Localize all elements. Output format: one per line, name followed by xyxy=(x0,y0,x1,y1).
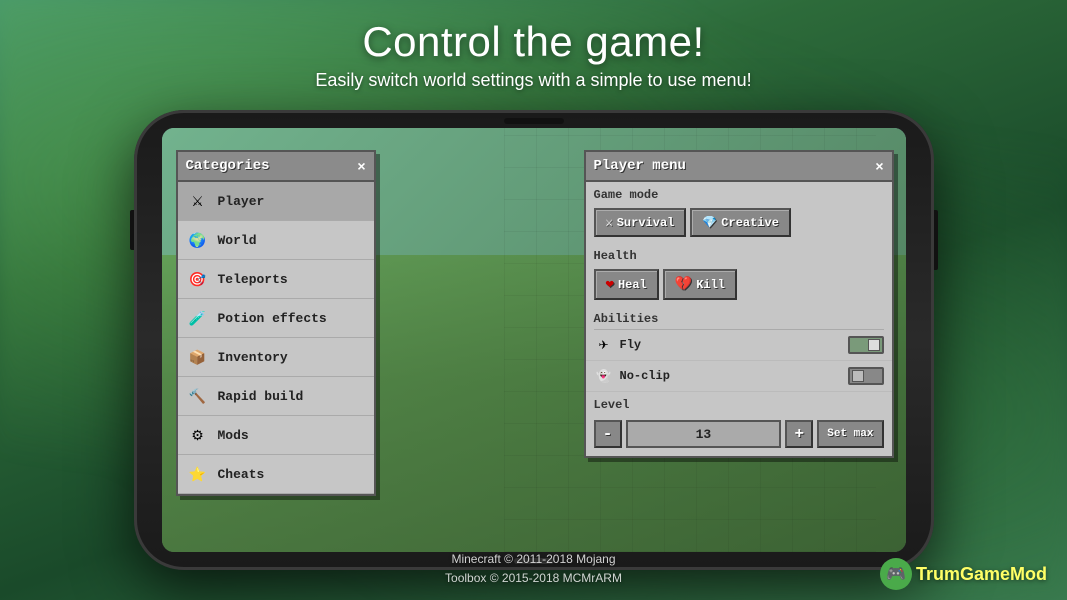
level-minus-button[interactable]: - xyxy=(594,420,622,448)
survival-icon: ⚔ xyxy=(606,215,613,230)
player-panel-close-button[interactable]: × xyxy=(875,158,883,174)
noclip-row: 👻 No-clip xyxy=(586,361,892,392)
phone-shell: Categories × ⚔ Player 🌍 World 🎯 Teleport… xyxy=(134,110,934,570)
noclip-toggle[interactable] xyxy=(848,367,884,385)
logo-area: 🎮 TrumGameMod xyxy=(880,558,1047,590)
main-title: Control the game! xyxy=(0,18,1067,66)
cheats-label: Cheats xyxy=(218,467,265,482)
categories-close-button[interactable]: × xyxy=(357,158,365,174)
player-label: Player xyxy=(218,194,265,209)
abilities-label: Abilities xyxy=(586,306,892,329)
game-mode-label: Game mode xyxy=(586,182,892,205)
sidebar-item-teleports[interactable]: 🎯 Teleports xyxy=(178,260,374,299)
phone-screen: Categories × ⚔ Player 🌍 World 🎯 Teleport… xyxy=(162,128,906,552)
heart-icon: ❤ xyxy=(606,276,614,293)
sidebar-item-potion-effects[interactable]: 🧪 Potion effects xyxy=(178,299,374,338)
health-row: ❤ Heal 💔 Kill xyxy=(586,266,892,306)
sidebar-item-inventory[interactable]: 📦 Inventory xyxy=(178,338,374,377)
mods-label: Mods xyxy=(218,428,249,443)
survival-button[interactable]: ⚔ Survival xyxy=(594,208,687,237)
potion-icon: 🧪 xyxy=(186,306,210,330)
sword-icon: ⚔ xyxy=(186,189,210,213)
mods-icon: ⚙ xyxy=(186,423,210,447)
top-section: Control the game! Easily switch world se… xyxy=(0,0,1067,91)
survival-label: Survival xyxy=(617,216,675,230)
world-label: World xyxy=(218,233,257,248)
phone-power-button xyxy=(934,210,938,270)
level-plus-button[interactable]: + xyxy=(785,420,813,448)
kill-label: Kill xyxy=(696,278,725,292)
player-panel-title: Player menu xyxy=(594,158,686,174)
categories-title: Categories xyxy=(186,158,270,174)
sidebar-item-mods[interactable]: ⚙ Mods xyxy=(178,416,374,455)
rapid-build-label: Rapid build xyxy=(218,389,304,404)
player-panel-header: Player menu × xyxy=(586,152,892,182)
build-icon: 🔨 xyxy=(186,384,210,408)
creative-label: Creative xyxy=(721,216,779,230)
categories-panel: Categories × ⚔ Player 🌍 World 🎯 Teleport… xyxy=(176,150,376,496)
fly-row: ✈ Fly xyxy=(586,330,892,361)
inventory-label: Inventory xyxy=(218,350,288,365)
level-value: 13 xyxy=(626,420,782,448)
heal-label: Heal xyxy=(618,278,647,292)
teleport-icon: 🎯 xyxy=(186,267,210,291)
fly-icon: ✈ xyxy=(594,335,614,355)
logo-text: TrumGameMod xyxy=(916,564,1047,585)
kill-button[interactable]: 💔 Kill xyxy=(663,269,737,300)
heal-button[interactable]: ❤ Heal xyxy=(594,269,659,300)
cheats-icon: ⭐ xyxy=(186,462,210,486)
logo-trum: Trum xyxy=(916,564,960,584)
skull-icon: 💔 xyxy=(675,276,692,293)
level-label: Level xyxy=(586,392,892,415)
level-row: - 13 + Set max xyxy=(586,415,892,456)
sidebar-item-player[interactable]: ⚔ Player xyxy=(178,182,374,221)
fly-toggle[interactable] xyxy=(848,336,884,354)
phone-volume-button xyxy=(130,210,134,250)
sidebar-item-world[interactable]: 🌍 World xyxy=(178,221,374,260)
noclip-label: No-clip xyxy=(620,369,848,383)
logo-mod: Mod xyxy=(1010,564,1047,584)
sub-title: Easily switch world settings with a simp… xyxy=(0,70,1067,91)
logo-icon: 🎮 xyxy=(880,558,912,590)
potion-effects-label: Potion effects xyxy=(218,311,327,326)
player-panel: Player menu × Game mode ⚔ Survival 💎 Cre… xyxy=(584,150,894,458)
health-label: Health xyxy=(586,243,892,266)
teleports-label: Teleports xyxy=(218,272,288,287)
sidebar-item-rapid-build[interactable]: 🔨 Rapid build xyxy=(178,377,374,416)
fly-toggle-knob xyxy=(868,339,880,351)
sidebar-item-cheats[interactable]: ⭐ Cheats xyxy=(178,455,374,494)
categories-header: Categories × xyxy=(178,152,374,182)
phone-camera xyxy=(504,118,564,124)
set-max-button[interactable]: Set max xyxy=(817,420,883,448)
game-mode-row: ⚔ Survival 💎 Creative xyxy=(586,205,892,243)
noclip-toggle-knob xyxy=(852,370,864,382)
inventory-icon: 📦 xyxy=(186,345,210,369)
creative-button[interactable]: 💎 Creative xyxy=(690,208,791,237)
creative-icon: 💎 xyxy=(702,215,717,230)
fly-label: Fly xyxy=(620,338,848,352)
noclip-icon: 👻 xyxy=(594,366,614,386)
phone-container: Categories × ⚔ Player 🌍 World 🎯 Teleport… xyxy=(134,110,934,570)
logo-game: Game xyxy=(960,564,1010,584)
world-icon: 🌍 xyxy=(186,228,210,252)
